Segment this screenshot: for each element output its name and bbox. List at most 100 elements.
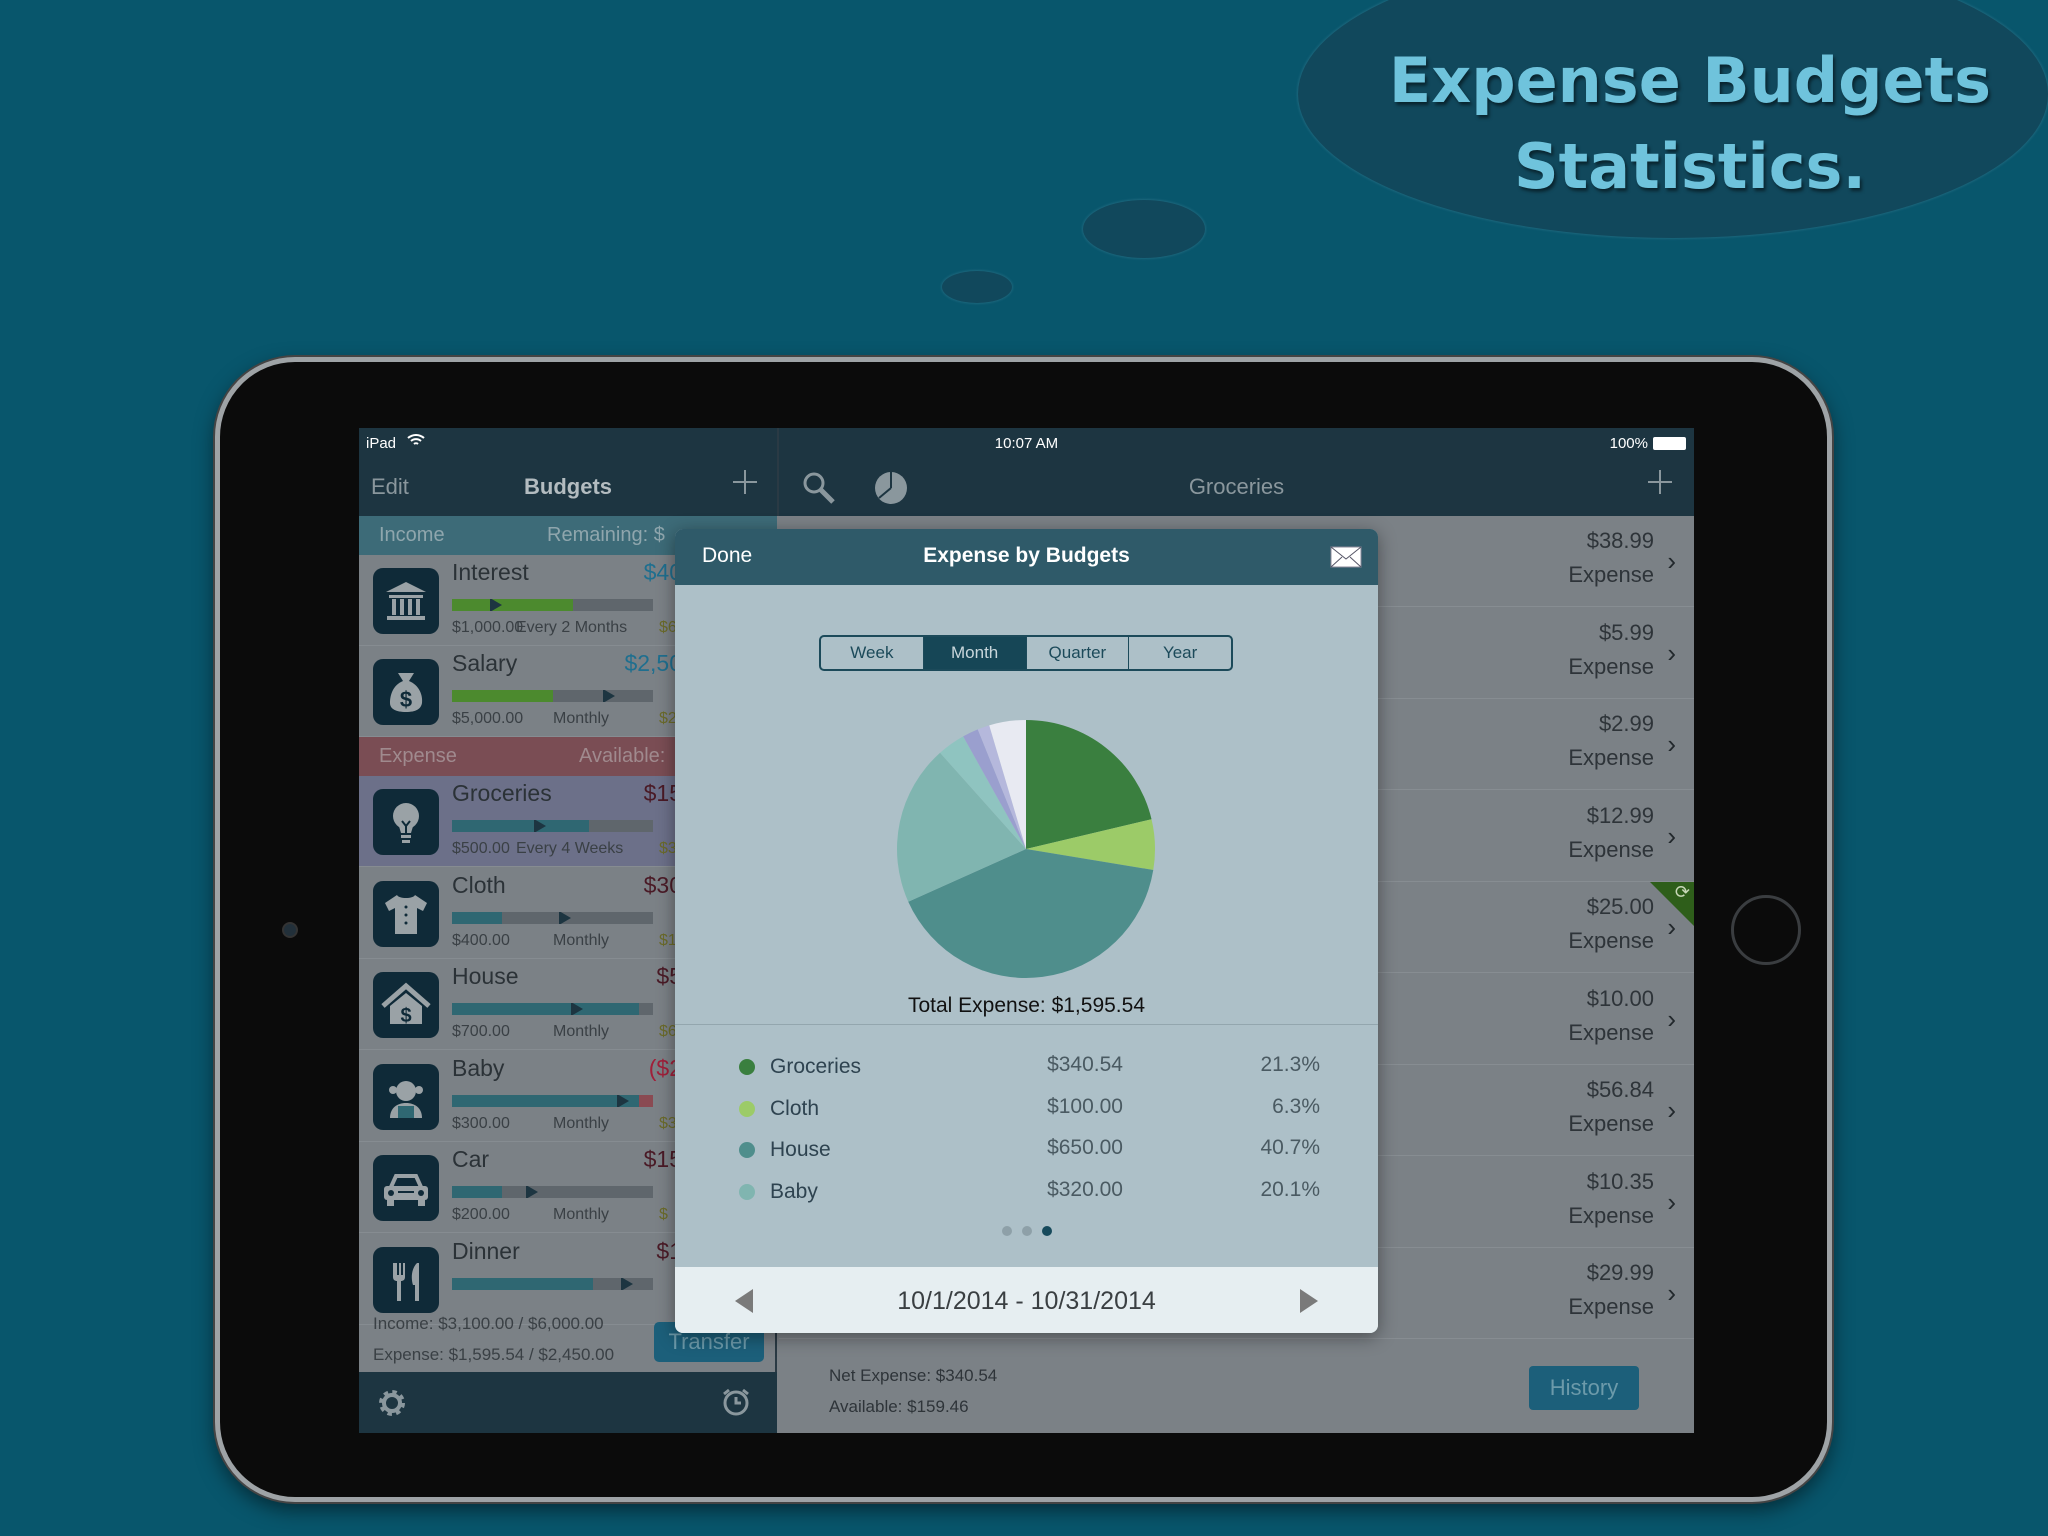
gear-icon[interactable] [377,1388,407,1423]
transaction-type: Expense [1568,562,1654,587]
transaction-type: Expense [1568,1202,1654,1228]
transaction-amount: $56.84 [1586,1077,1654,1102]
time-marker-icon [570,1003,583,1015]
legend-item-cloth[interactable]: Cloth $100.00 6.3% [675,1091,1378,1131]
transaction-amount: $38.99 [1586,528,1654,553]
transaction-amount: $5.99 [1598,619,1654,645]
budget-name: Baby [452,1054,505,1081]
legend-percent: 21.3% [1260,1053,1320,1076]
budget-name: Groceries [452,780,552,806]
home-button[interactable] [1731,895,1801,965]
svg-text:$: $ [400,687,412,712]
budgets-title: Budgets [524,474,612,499]
progress-fill [452,911,503,924]
page-dot[interactable] [1041,1226,1052,1236]
transaction-amount: $29.99 [1586,1260,1654,1285]
budget-limit: $500.00 [452,840,510,857]
budget-limit: $200.00 [452,1206,510,1223]
legend-item-baby[interactable]: Baby $320.00 20.1% [675,1174,1378,1214]
legend-dot [739,1142,755,1158]
chevron-right-icon: › [1667,546,1676,576]
time-marker-icon [534,820,547,832]
legend-dot [739,1100,755,1117]
progress-bar [452,1003,653,1015]
transaction-amount: $10.35 [1586,1168,1654,1194]
house-dollar-icon: $ [373,972,439,1038]
transaction-amount: $10.00 [1586,985,1654,1011]
budget-name: Interest [452,559,529,585]
budget-limit: $400.00 [452,931,510,949]
promo-line-1: Expense Budgets [1388,44,1992,117]
page-indicator[interactable] [675,1223,1378,1241]
svg-text:$: $ [400,1005,411,1027]
time-marker-icon [602,690,615,702]
chevron-right-icon: › [1667,1003,1676,1034]
small-bubble [1083,200,1205,258]
page-dot[interactable] [1001,1226,1012,1236]
progress-bar [452,599,653,611]
tab-quarter[interactable]: Quarter [1027,637,1130,669]
legend-name: Baby [770,1179,818,1203]
time-marker-icon [490,599,503,611]
total-expense: Total Expense: $1,595.54 [907,994,1145,1017]
budget-period: Monthly [553,931,610,949]
tab-month[interactable]: Month [923,637,1027,669]
transaction-amount: $2.99 [1598,711,1654,736]
progress-fill [452,820,589,832]
history-button[interactable]: History [1529,1366,1639,1410]
alarm-clock-icon[interactable] [721,1387,751,1422]
legend-item-house[interactable]: House $650.00 40.7% [675,1132,1378,1172]
income-label: Income [379,524,445,546]
progress-bar [452,1186,653,1198]
legend-dot [739,1183,755,1200]
available-label: Available: [579,745,666,767]
legend-percent: 20.1% [1260,1177,1320,1201]
legend-item-groceries[interactable]: Groceries $340.54 21.3% [675,1049,1378,1089]
time-marker-icon [558,911,571,924]
progress-fill [452,1277,593,1290]
time-marker-icon [620,1277,633,1290]
add-transaction-icon[interactable] [1646,468,1674,501]
net-expense: Net Expense: $340.54 [829,1366,998,1385]
promo-title: Expense Budgets Statistics. [1380,38,2000,210]
tab-week[interactable]: Week [821,637,924,669]
budget-limit: $1,000.00 [452,619,524,636]
lightbulb-icon [373,789,439,855]
clock: 10:07 AM [994,435,1059,452]
transaction-amount: $25.00 [1586,894,1654,919]
statistics-popover: Done Expense by Budgets Week Month Quarter… [675,529,1378,1333]
budget-name: Cloth [452,871,506,898]
progress-bar [452,911,653,924]
budget-period: Monthly [553,710,610,727]
date-range: 10/1/2014 - 10/31/2014 [897,1287,1156,1315]
budget-period: Monthly [553,1023,610,1040]
legend-name: Cloth [770,1096,820,1120]
progress-fill [452,599,573,611]
budget-period: Every 4 Weeks [516,840,624,857]
budget-period: Monthly [553,1114,610,1132]
remaining-label: Remaining: $ [547,524,665,546]
legend-amount: $320.00 [1047,1177,1123,1201]
progress-bar [452,1094,653,1107]
envelope-icon[interactable] [1330,546,1362,573]
progress-fill [452,1186,503,1198]
tab-year[interactable]: Year [1129,637,1231,669]
budget-limit: $700.00 [452,1023,510,1040]
plus-icon[interactable] [731,468,759,501]
progress-bar [452,1277,653,1290]
popover-header: Done Expense by Budgets [675,529,1378,585]
budget-limit: $5,000.00 [452,710,524,727]
money-bag-icon: $ [373,659,439,725]
popover-title: Expense by Budgets [923,544,1130,567]
chevron-right-icon: › [1667,637,1676,668]
transaction-type: Expense [1568,1294,1654,1319]
page-dot[interactable] [1021,1226,1032,1236]
triangle-right-icon[interactable] [1300,1289,1318,1318]
status-bar: iPad 10:07 AM 100% [359,428,1694,460]
transaction-type: Expense [1568,745,1654,770]
chevron-right-icon: › [1667,1278,1676,1308]
budget-amount: $2,50 [624,650,682,676]
shirt-icon [373,880,439,947]
transaction-type: Expense [1568,1019,1654,1045]
chevron-right-icon: › [1667,820,1676,851]
